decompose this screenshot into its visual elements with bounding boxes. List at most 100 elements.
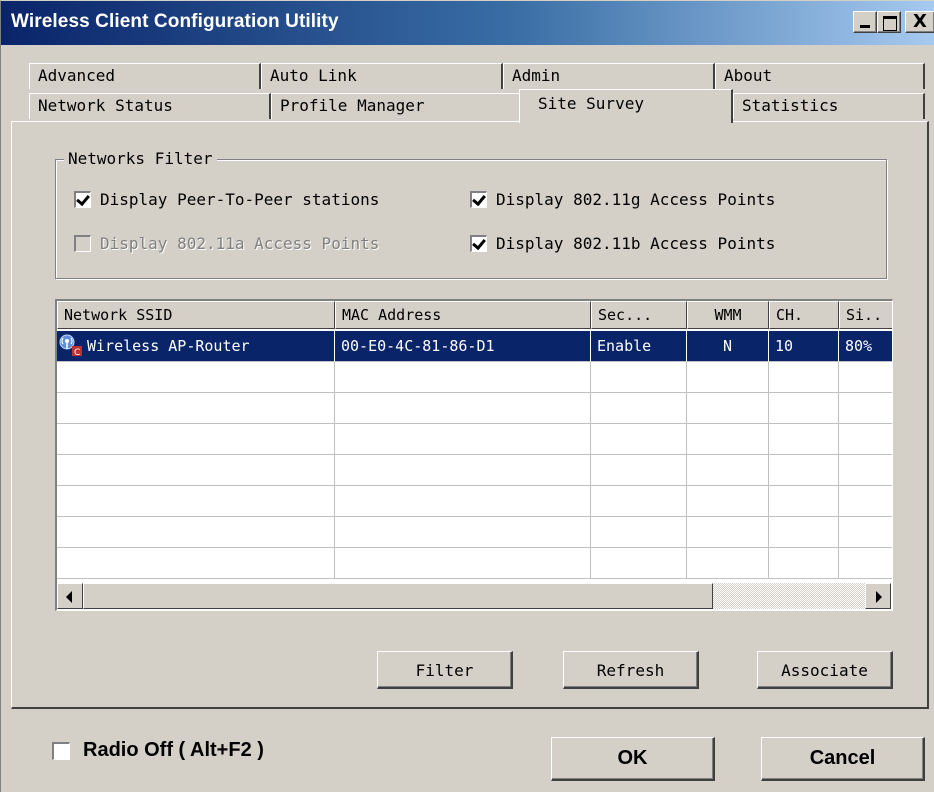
tab-about[interactable]: About	[715, 63, 925, 89]
empty-row	[57, 393, 892, 424]
empty-cell	[57, 393, 335, 424]
empty-row	[57, 548, 892, 579]
empty-cell	[591, 486, 687, 517]
main-window: Wireless Client Configuration Utility X …	[0, 0, 934, 792]
empty-cell	[335, 362, 591, 393]
empty-row	[57, 362, 892, 393]
networks-filter-group: Networks Filter Display Peer-To-Peer sta…	[55, 149, 887, 279]
network-list[interactable]: Network SSID MAC Address Sec... WMM CH. …	[55, 299, 893, 611]
tab-profile-manager[interactable]: Profile Manager	[271, 93, 523, 119]
empty-cell	[769, 424, 839, 455]
list-header: Network SSID MAC Address Sec... WMM CH. …	[57, 301, 892, 329]
empty-cell	[687, 455, 769, 486]
empty-cell	[839, 393, 892, 424]
empty-cell	[335, 393, 591, 424]
networks-filter-legend: Networks Filter	[64, 149, 217, 168]
empty-cell	[769, 548, 839, 579]
empty-cell	[769, 455, 839, 486]
checkbox-box[interactable]	[52, 741, 70, 760]
tab-advanced[interactable]: Advanced	[29, 63, 261, 89]
column-header-ssid[interactable]: Network SSID	[57, 301, 335, 329]
maximize-button[interactable]	[877, 11, 901, 33]
scroll-left-button[interactable]	[57, 583, 83, 609]
peer-to-peer-checkbox[interactable]: Display Peer-To-Peer stations	[74, 190, 379, 209]
empty-cell	[335, 548, 591, 579]
mac-cell: 00-E0-4C-81-86-D1	[335, 331, 591, 362]
checkbox-box[interactable]	[470, 191, 487, 208]
tab-admin[interactable]: Admin	[503, 63, 715, 89]
empty-row	[57, 517, 892, 548]
column-header-security[interactable]: Sec...	[591, 301, 687, 329]
empty-cell	[591, 393, 687, 424]
minimize-button[interactable]	[853, 11, 877, 33]
radio-off-label: Radio Off ( Alt+F2 )	[83, 739, 264, 761]
security-cell: Enable	[591, 331, 687, 362]
80211b-label: Display 802.11b Access Points	[496, 234, 776, 253]
80211b-checkbox[interactable]: Display 802.11b Access Points	[470, 234, 775, 253]
empty-cell	[687, 548, 769, 579]
svg-text:C: C	[74, 348, 80, 356]
empty-cell	[687, 486, 769, 517]
column-header-mac[interactable]: MAC Address	[335, 301, 591, 329]
arrow-right-icon	[876, 591, 882, 603]
ssid-cell: C Wireless AP-Router	[57, 331, 335, 362]
checkbox-box[interactable]	[74, 191, 91, 208]
empty-cell	[591, 455, 687, 486]
empty-cell	[839, 548, 892, 579]
empty-cell	[769, 362, 839, 393]
checkbox-box	[74, 235, 91, 252]
tab-site-survey[interactable]: Site Survey	[519, 89, 733, 123]
empty-cell	[57, 517, 335, 548]
empty-cell	[57, 486, 335, 517]
associate-button[interactable]: Associate	[757, 651, 893, 689]
window-title: Wireless Client Configuration Utility	[11, 11, 339, 32]
scroll-right-button[interactable]	[865, 583, 891, 609]
title-bar[interactable]: Wireless Client Configuration Utility X	[1, 1, 934, 45]
wmm-cell: N	[687, 331, 769, 362]
scroll-thumb[interactable]	[83, 583, 713, 609]
column-header-channel[interactable]: CH.	[769, 301, 839, 329]
empty-row	[57, 455, 892, 486]
radio-off-checkbox[interactable]: Radio Off ( Alt+F2 )	[52, 739, 264, 762]
empty-cell	[839, 424, 892, 455]
empty-cell	[687, 362, 769, 393]
signal-cell: 80%	[839, 331, 892, 362]
empty-cell	[335, 517, 591, 548]
close-icon: X	[913, 11, 927, 32]
empty-row	[57, 424, 892, 455]
peer-to-peer-label: Display Peer-To-Peer stations	[100, 190, 380, 209]
80211g-checkbox[interactable]: Display 802.11g Access Points	[470, 190, 775, 209]
empty-cell	[335, 486, 591, 517]
80211a-label: Display 802.11a Access Points	[100, 234, 380, 253]
empty-cell	[591, 517, 687, 548]
empty-cell	[57, 548, 335, 579]
empty-cell	[839, 362, 892, 393]
ssid-text: Wireless AP-Router	[87, 337, 250, 355]
empty-cell	[769, 393, 839, 424]
cancel-button[interactable]: Cancel	[761, 737, 925, 781]
filter-button[interactable]: Filter	[377, 651, 513, 689]
empty-cell	[687, 393, 769, 424]
80211g-label: Display 802.11g Access Points	[496, 190, 776, 209]
tab-auto-link[interactable]: Auto Link	[261, 63, 503, 89]
empty-cell	[591, 362, 687, 393]
checkbox-box[interactable]	[470, 235, 487, 252]
column-header-signal[interactable]: Si..	[839, 301, 892, 329]
antenna-icon: C	[59, 334, 85, 358]
empty-cell	[57, 362, 335, 393]
80211a-checkbox: Display 802.11a Access Points	[74, 234, 379, 253]
empty-cell	[687, 517, 769, 548]
column-header-wmm[interactable]: WMM	[687, 301, 769, 329]
close-button[interactable]: X	[905, 11, 934, 33]
arrow-left-icon	[66, 591, 72, 603]
ok-button[interactable]: OK	[551, 737, 715, 781]
empty-cell	[839, 486, 892, 517]
empty-cell	[335, 455, 591, 486]
empty-cell	[335, 424, 591, 455]
horizontal-scrollbar[interactable]	[57, 583, 891, 609]
refresh-button[interactable]: Refresh	[563, 651, 699, 689]
empty-row	[57, 486, 892, 517]
table-row[interactable]: C Wireless AP-Router 00-E0-4C-81-86-D1 E…	[57, 331, 892, 362]
tab-statistics[interactable]: Statistics	[733, 93, 925, 119]
tab-network-status[interactable]: Network Status	[29, 93, 271, 119]
